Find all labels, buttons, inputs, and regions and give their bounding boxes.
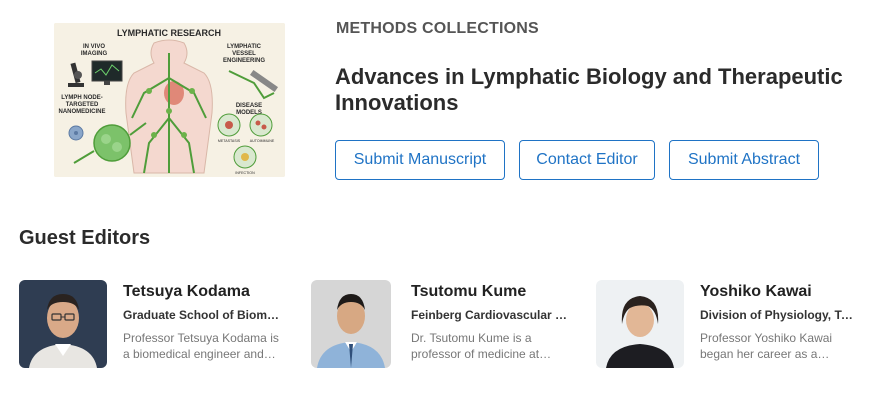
guest-editor-card[interactable]: Tsutomu Kume Feinberg Cardiovascular an d…: [311, 280, 571, 368]
editor-info: Yoshiko Kawai Division of Physiology, To…: [700, 280, 860, 368]
person-portrait-icon: [596, 280, 684, 368]
editor-info: Tetsuya Kodama Graduate School of Biomed…: [123, 280, 283, 368]
editor-affiliation: Feinberg Cardiovascular and Renal Resear…: [411, 308, 569, 322]
submit-manuscript-button[interactable]: Submit Manuscript: [335, 140, 505, 180]
lymphatic-research-illustration: LYMPHATIC RESEARCH IN VIVO IMAGING LYMPH…: [54, 23, 285, 177]
editor-bio: Professor Yoshiko Kawai began her career…: [700, 331, 833, 361]
editor-bio: Dr. Tsutomu Kume is a professor of medic…: [411, 331, 540, 361]
svg-text:IMAGING: IMAGING: [81, 51, 108, 57]
guest-editor-card[interactable]: Yoshiko Kawai Division of Physiology, To…: [596, 280, 860, 368]
editor-info: Tsutomu Kume Feinberg Cardiovascular an d…: [411, 280, 571, 368]
guest-editors-heading: Guest Editors: [19, 227, 151, 249]
guest-editor-card[interactable]: Tetsuya Kodama Graduate School of Biomed…: [19, 280, 283, 368]
person-portrait-icon: [311, 280, 391, 368]
collection-title: Advances in Lymphatic Biology and Therap…: [335, 64, 843, 115]
collection-actions: Submit Manuscript Contact Editor Submit …: [335, 140, 819, 180]
editor-name[interactable]: Tetsuya Kodama: [123, 282, 283, 302]
editor-photo[interactable]: [596, 280, 684, 368]
svg-text:DISEASE: DISEASE: [236, 103, 262, 109]
editor-name[interactable]: Tsutomu Kume: [411, 282, 571, 302]
svg-text:ENGINEERING: ENGINEERING: [223, 58, 265, 64]
svg-text:VESSEL: VESSEL: [232, 51, 256, 57]
illustration-heading: LYMPHATIC RESEARCH: [117, 28, 221, 38]
editor-photo[interactable]: [311, 280, 391, 368]
editor-name[interactable]: Yoshiko Kawai: [700, 282, 860, 302]
editor-bio: Professor Tetsuya Kodama is a biomedical…: [123, 331, 279, 361]
svg-text:INFECTION: INFECTION: [235, 171, 255, 175]
editor-affiliation: Graduate School of Biomedical Engineerin…: [123, 308, 281, 322]
collection-type-label: METHODS COLLECTIONS: [336, 20, 539, 37]
editor-photo[interactable]: [19, 280, 107, 368]
svg-text:LYMPH NODE-: LYMPH NODE-: [61, 95, 102, 101]
person-portrait-icon: [19, 280, 107, 368]
svg-text:METASTASIS: METASTASIS: [218, 139, 241, 143]
nanoparticle-icon: [68, 125, 84, 141]
editor-affiliation: Division of Physiology, Tohoku Medical a…: [700, 308, 858, 322]
monitor-icon: [91, 60, 123, 85]
submit-abstract-button[interactable]: Submit Abstract: [669, 140, 819, 180]
svg-text:NANOMEDICINE: NANOMEDICINE: [58, 109, 105, 115]
svg-text:TARGETED: TARGETED: [66, 102, 99, 108]
collection-cover-image: LYMPHATIC RESEARCH IN VIVO IMAGING LYMPH…: [54, 23, 285, 177]
svg-text:IN VIVO: IN VIVO: [83, 44, 105, 50]
svg-text:AUTOIMMUNE: AUTOIMMUNE: [250, 139, 275, 143]
svg-text:LYMPHATIC: LYMPHATIC: [227, 44, 262, 50]
contact-editor-button[interactable]: Contact Editor: [519, 140, 655, 180]
